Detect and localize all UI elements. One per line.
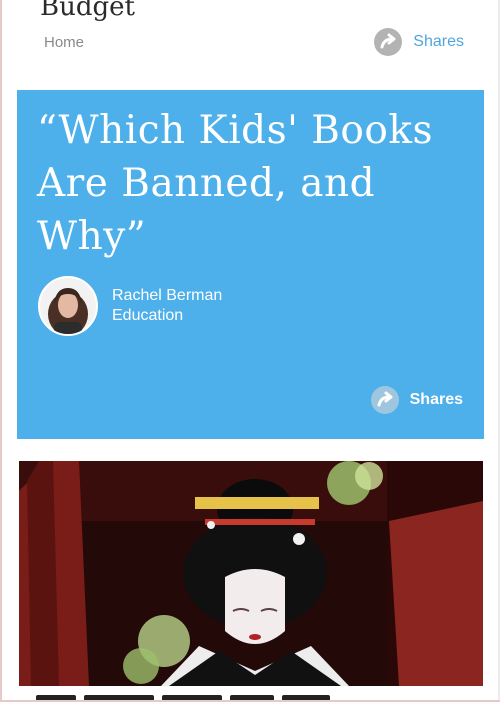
top-article-card[interactable]: Budget Home Shares [0, 0, 500, 80]
featured-share-button[interactable]: Shares [370, 385, 463, 415]
featured-article-title[interactable]: “Which Kids' Books Are Banned, and Why” [37, 104, 477, 263]
top-article-title[interactable]: Budget [40, 0, 135, 22]
share-arrow-icon [370, 386, 399, 414]
featured-share-label: Shares [409, 391, 463, 408]
author-section[interactable]: Education [112, 306, 222, 326]
page-frame-left [0, 0, 2, 702]
featured-article-card[interactable]: “Which Kids' Books Are Banned, and Why” … [17, 90, 484, 439]
top-share-button[interactable]: Shares [373, 27, 464, 57]
photo-article-card[interactable] [19, 461, 483, 686]
top-share-label: Shares [413, 33, 464, 50]
share-arrow-icon [374, 28, 403, 56]
top-article-category[interactable]: Home [44, 34, 84, 51]
author-name[interactable]: Rachel Berman [112, 286, 222, 306]
geisha-photo [19, 461, 483, 686]
author-avatar [38, 276, 98, 336]
author-block[interactable]: Rachel Berman Education [38, 276, 222, 336]
